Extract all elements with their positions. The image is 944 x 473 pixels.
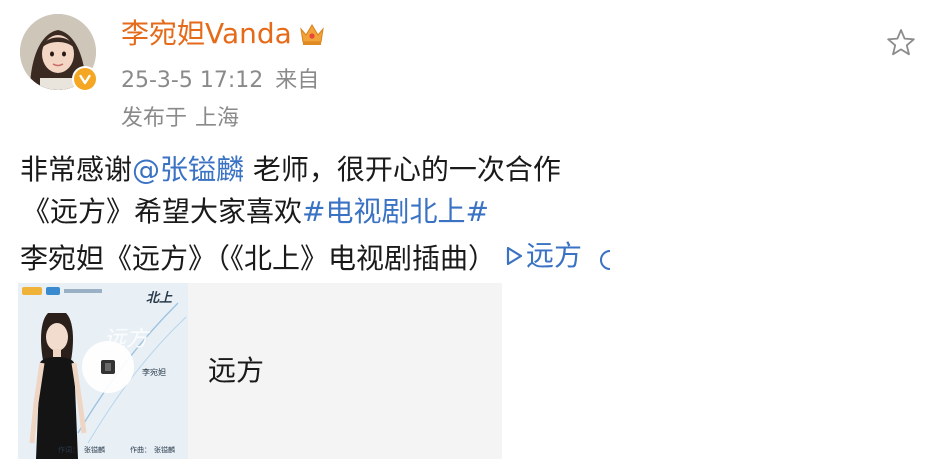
cover-lyricist: 张镒麟 <box>84 446 105 454</box>
post-timestamp[interactable]: 25-3-5 17:12 <box>121 68 263 93</box>
post-text: 《远方》希望大家喜欢 <box>22 195 303 228</box>
song-play-link[interactable]: 远方 <box>504 236 582 276</box>
post-text: 非常感谢 <box>20 153 133 186</box>
music-card[interactable]: 北上 远方 李宛妲 作词： 张镒麟 作曲： 张镒麟 远方 <box>18 283 502 459</box>
favorite-star-button[interactable] <box>884 26 918 60</box>
play-icon <box>101 360 115 374</box>
hashtag-link[interactable]: #电视剧北上# <box>302 195 489 228</box>
post-text-line-1: 非常感谢@张镒麟 老师，很开心的一次合作 <box>20 150 561 190</box>
cover-composer-label: 作曲： <box>130 446 151 454</box>
crown-icon <box>298 21 326 47</box>
star-outline-icon <box>887 29 915 56</box>
cover-title: 北上 <box>146 291 173 306</box>
mention-link[interactable]: @张镒麟 <box>132 153 244 186</box>
cover-composer: 张镒麟 <box>154 446 175 454</box>
play-button[interactable] <box>82 341 134 393</box>
song-link-label[interactable]: 远方 <box>526 236 582 276</box>
cover-singer: 李宛妲 <box>142 368 166 377</box>
username[interactable]: 李宛妲Vanda <box>121 14 326 54</box>
post-location: 发布于 上海 <box>121 100 239 132</box>
moon-icon <box>596 248 618 272</box>
post-meta: 25-3-5 17:12 来自 <box>121 62 319 94</box>
post-text-line-3: 李宛妲《远方》（《北上》电视剧插曲） 远方 <box>20 236 618 279</box>
post-text: 李宛妲《远方》（《北上》电视剧插曲） <box>20 242 497 275</box>
album-cover: 北上 远方 李宛妲 作词： 张镒麟 作曲： 张镒麟 <box>18 283 188 459</box>
post-source: 来自 <box>275 68 320 93</box>
play-icon <box>504 244 524 268</box>
music-card-title[interactable]: 远方 <box>208 349 264 389</box>
location-prefix: 发布于 <box>121 106 188 131</box>
cover-lyricist-label: 作词： <box>58 446 79 454</box>
verified-badge-icon <box>72 66 98 92</box>
text-fade-overlay <box>745 232 865 276</box>
location-city: 上海 <box>195 106 240 131</box>
post-text-line-2: 《远方》希望大家喜欢#电视剧北上# <box>22 192 489 232</box>
post-text: 老师，很开心的一次合作 <box>244 153 561 186</box>
username-text[interactable]: 李宛妲Vanda <box>121 14 292 54</box>
